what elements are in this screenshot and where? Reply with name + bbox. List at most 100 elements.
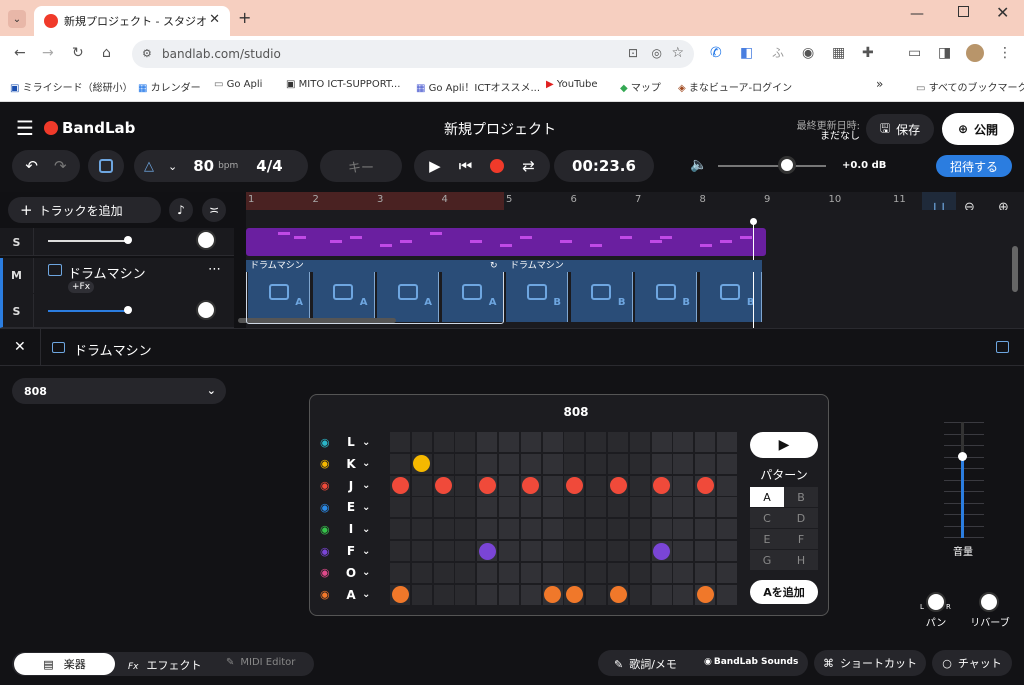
- step-cell[interactable]: [433, 541, 454, 561]
- add-pattern-button[interactable]: Aを追加: [750, 580, 818, 604]
- step-cell[interactable]: [564, 541, 585, 561]
- step-cell[interactable]: [695, 541, 716, 561]
- step-cell[interactable]: [455, 519, 476, 540]
- step-cell[interactable]: [673, 475, 694, 496]
- step-cell[interactable]: [586, 497, 607, 518]
- step-cell[interactable]: [477, 432, 498, 452]
- step-cell[interactable]: [651, 519, 672, 540]
- step-cell[interactable]: [433, 562, 454, 583]
- playhead[interactable]: [753, 220, 754, 328]
- step-cell[interactable]: [433, 497, 454, 518]
- kit-selector[interactable]: 808 ⌄: [12, 378, 226, 404]
- step-cell[interactable]: [695, 432, 716, 452]
- step-cell[interactable]: [717, 432, 737, 452]
- active-step[interactable]: [609, 477, 627, 495]
- time-signature[interactable]: 4/4: [256, 157, 282, 175]
- track-volume-slider[interactable]: [48, 310, 130, 312]
- close-window-icon[interactable]: ✕: [996, 3, 1009, 22]
- tab-effects[interactable]: Fx エフェクト: [128, 657, 202, 673]
- step-cell[interactable]: [411, 519, 432, 540]
- step-cell[interactable]: [695, 562, 716, 583]
- vertical-scrollbar[interactable]: [1012, 246, 1018, 292]
- profile-avatar[interactable]: [966, 44, 984, 62]
- bandlab-logo[interactable]: BandLab: [62, 119, 135, 137]
- step-cell[interactable]: [499, 584, 519, 605]
- back-icon[interactable]: ←: [14, 46, 26, 60]
- step-cell[interactable]: [499, 453, 519, 474]
- step-cell[interactable]: [629, 541, 650, 561]
- solo-button[interactable]: S: [0, 228, 34, 256]
- step-cell[interactable]: [673, 497, 694, 518]
- pattern-b-button[interactable]: B: [784, 487, 818, 507]
- step-cell[interactable]: [673, 584, 694, 605]
- extension-grid-icon[interactable]: ▦: [832, 46, 845, 60]
- tab-search-button[interactable]: ⌄: [8, 10, 26, 28]
- chat-button[interactable]: ○ チャット: [932, 650, 1012, 676]
- synth-clip[interactable]: [246, 228, 766, 256]
- playhead-handle[interactable]: [750, 218, 757, 225]
- metronome-dropdown-icon[interactable]: ⌄: [168, 160, 177, 173]
- active-step[interactable]: [653, 542, 671, 560]
- bandlab-sounds-button[interactable]: ◉ BandLab Sounds: [704, 657, 798, 667]
- step-cell[interactable]: [673, 562, 694, 583]
- step-cell[interactable]: [411, 584, 432, 605]
- pattern-g-button[interactable]: G: [750, 550, 784, 570]
- extension-circle-icon[interactable]: ◉: [802, 46, 814, 60]
- chevron-down-icon[interactable]: ⌄: [362, 524, 370, 535]
- save-button[interactable]: 🖫 保存: [866, 114, 934, 144]
- loop-icon[interactable]: ⇄: [522, 157, 535, 175]
- step-cell[interactable]: [586, 453, 607, 474]
- track-volume-slider[interactable]: [48, 240, 130, 242]
- step-cell[interactable]: [390, 562, 410, 583]
- step-cell[interactable]: [433, 584, 454, 605]
- step-cell[interactable]: [717, 453, 737, 474]
- bookmark-item[interactable]: ▣ ミライシード（総研小）: [10, 79, 133, 94]
- reload-icon[interactable]: ↻: [72, 46, 84, 60]
- step-cell[interactable]: [564, 432, 585, 452]
- install-app-icon[interactable]: ⊡: [628, 46, 638, 60]
- hiragana-icon[interactable]: ふ: [772, 46, 784, 60]
- step-cell[interactable]: [390, 519, 410, 540]
- cast-icon[interactable]: ▭: [908, 46, 921, 60]
- step-cell[interactable]: [542, 453, 563, 474]
- chevron-down-icon[interactable]: ⌄: [362, 567, 370, 578]
- drum-row-header[interactable]: ◉ L ⌄: [320, 432, 388, 452]
- step-cell[interactable]: [629, 562, 650, 583]
- record-icon[interactable]: [490, 159, 505, 173]
- active-step[interactable]: [478, 542, 496, 560]
- step-cell[interactable]: [520, 432, 541, 452]
- step-cell[interactable]: [564, 497, 585, 518]
- step-cell[interactable]: [564, 519, 585, 540]
- add-fx-button[interactable]: +Fx: [68, 281, 95, 293]
- step-cell[interactable]: [520, 562, 541, 583]
- track-more-icon[interactable]: ⋯: [208, 262, 221, 277]
- drum-row-header[interactable]: ◉ K ⌄: [320, 454, 388, 474]
- chevron-down-icon[interactable]: ⌄: [362, 480, 370, 491]
- volume-fader-handle[interactable]: [958, 452, 967, 461]
- step-cell[interactable]: [477, 497, 498, 518]
- step-cell[interactable]: [564, 562, 585, 583]
- step-cell[interactable]: [520, 497, 541, 518]
- step-cell[interactable]: [695, 497, 716, 518]
- step-cell[interactable]: [673, 453, 694, 474]
- step-cell[interactable]: [717, 519, 737, 540]
- step-cell[interactable]: [586, 541, 607, 561]
- step-cell[interactable]: [629, 584, 650, 605]
- bookmark-item[interactable]: ▣ MITO ICT-SUPPORT...: [286, 79, 400, 90]
- active-step[interactable]: [696, 586, 714, 604]
- step-cell[interactable]: [433, 432, 454, 452]
- master-volume-slider[interactable]: [718, 165, 826, 167]
- step-cell[interactable]: [520, 519, 541, 540]
- loop-region-button[interactable]: [88, 150, 124, 182]
- pattern-e-button[interactable]: E: [750, 529, 784, 549]
- step-cell[interactable]: [651, 432, 672, 452]
- step-cell[interactable]: [542, 475, 563, 496]
- undo-icon[interactable]: ↶: [25, 157, 38, 175]
- pattern-h-button[interactable]: H: [784, 550, 818, 570]
- tab-instrument[interactable]: ▤ 楽器: [14, 653, 115, 675]
- step-cell[interactable]: [455, 475, 476, 496]
- track-volume-handle[interactable]: [124, 306, 132, 314]
- step-cell[interactable]: [390, 497, 410, 518]
- step-cell[interactable]: [411, 475, 432, 496]
- step-cell[interactable]: [586, 519, 607, 540]
